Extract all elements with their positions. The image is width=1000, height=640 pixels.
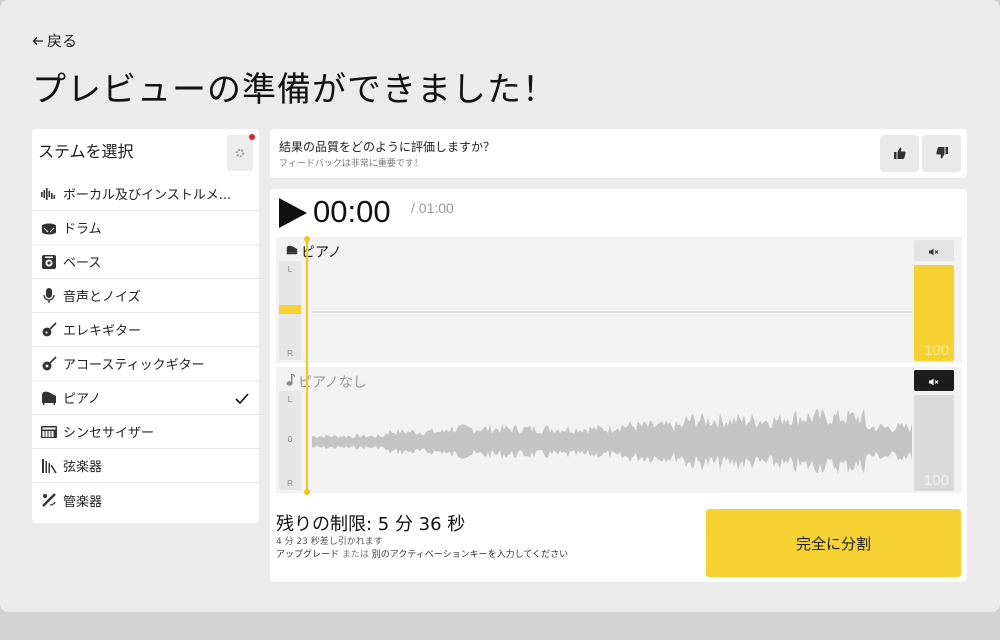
stem-selector-header: ステムを選択	[32, 129, 259, 177]
volume-value: 100	[923, 342, 949, 359]
pan-left-label: L	[287, 265, 293, 274]
arrow-left-icon	[32, 32, 44, 50]
speaker-mute-icon	[929, 241, 939, 260]
stem-label: アコースティックギター	[63, 358, 205, 373]
stem-item-strings[interactable]: 弦楽器	[32, 449, 259, 483]
play-button[interactable]	[279, 198, 307, 232]
pan-right-label: R	[287, 349, 293, 358]
volume-value: 100	[923, 472, 949, 489]
track-name: ピアノなし	[286, 372, 367, 392]
pan-left-label: L	[287, 395, 293, 404]
music-note-icon	[286, 373, 296, 390]
app-window: 戻る プレビューの準備ができました！ ステムを選択 ボーカル及びインストルメ..…	[0, 0, 1000, 612]
back-label: 戻る	[47, 32, 78, 50]
activation-key-link[interactable]: 別のアクティベーションキーを入力してください	[372, 550, 568, 560]
piano-icon	[41, 390, 57, 406]
feedback-subtext: フィードバックは非常に重要です！	[279, 159, 423, 169]
stem-item-piano[interactable]: ピアノ	[32, 381, 259, 415]
current-time: 00:00	[313, 194, 391, 229]
thumbs-down-icon	[935, 144, 948, 163]
track-piano: ピアノ L 0 R 100	[276, 237, 962, 363]
total-time: / 01:00	[411, 200, 454, 216]
stem-label: ピアノ	[63, 392, 101, 407]
stem-item-acoustic-guitar[interactable]: アコースティックギター	[32, 347, 259, 381]
page-title: プレビューの準備ができました！	[32, 70, 557, 110]
stem-selector-panel: ステムを選択 ボーカル及びインストルメ... ドラム ベース 音声とノイズ エレ…	[32, 129, 259, 523]
speaker-mute-icon	[929, 371, 939, 390]
track-name: ピアノ	[286, 242, 342, 262]
deduction-note: 4 分 23 秒差し引かれます	[276, 537, 383, 547]
notification-dot	[249, 134, 255, 140]
back-link[interactable]: 戻る	[32, 30, 77, 51]
or-text: または	[341, 550, 369, 560]
pan-slider[interactable]: L 0 R	[279, 261, 301, 360]
volume-fader[interactable]: 100	[914, 265, 954, 361]
gear-icon	[234, 144, 246, 163]
volume-fader[interactable]: 100	[914, 395, 954, 491]
mute-button-active[interactable]	[914, 370, 954, 391]
split-full-button[interactable]: 完全に分割	[706, 509, 961, 577]
waveform-flat	[312, 311, 912, 313]
stem-label: シンセサイザー	[63, 426, 155, 441]
thumbs-up-icon	[893, 144, 906, 163]
piano-icon	[286, 244, 298, 260]
microphone-icon	[41, 287, 57, 304]
preview-player: 00:00 / 01:00 ピアノ L 0 R 100 ピアノなし L 0 R …	[270, 189, 967, 582]
acoustic-guitar-icon	[41, 355, 57, 372]
play-icon	[279, 198, 307, 232]
pan-right-label: R	[287, 479, 293, 488]
upgrade-note: アップグレード または 別のアクティベーションキーを入力してください	[276, 547, 568, 560]
playhead-handle-bottom[interactable]	[304, 489, 310, 495]
stem-item-wind[interactable]: 管楽器	[32, 483, 259, 517]
waveform-full	[312, 408, 912, 474]
stem-label: ドラム	[63, 222, 102, 237]
bass-amp-icon	[41, 254, 57, 270]
stem-item-electric-guitar[interactable]: エレキギター	[32, 313, 259, 347]
feedback-question: 結果の品質をどのように評価しますか？	[279, 140, 496, 154]
vocal-instrumental-icon	[41, 186, 57, 202]
settings-button[interactable]	[227, 134, 255, 171]
playhead-handle-top[interactable]	[304, 236, 310, 242]
stem-item-voice-noise[interactable]: 音声とノイズ	[32, 279, 259, 313]
stem-label: ボーカル及びインストルメ...	[63, 188, 232, 203]
drum-icon	[41, 220, 57, 236]
stem-item-synthesizer[interactable]: シンセサイザー	[32, 415, 259, 449]
pan-slider[interactable]: L 0 R	[279, 391, 301, 490]
stem-selector-title: ステムを選択	[38, 142, 134, 161]
stem-item-bass[interactable]: ベース	[32, 245, 259, 279]
mute-button[interactable]	[914, 240, 954, 261]
stem-label: 音声とノイズ	[63, 290, 141, 305]
track-name-label: ピアノなし	[298, 375, 367, 391]
stem-label: 管楽器	[63, 494, 103, 510]
upgrade-link[interactable]: アップグレード	[276, 550, 339, 560]
stem-label: エレキギター	[63, 324, 142, 339]
stem-item-drums[interactable]: ドラム	[32, 211, 259, 245]
pan-center-label: 0	[287, 435, 293, 444]
waveform-shape	[312, 408, 912, 474]
thumbs-up-button[interactable]	[880, 135, 919, 172]
remaining-limit: 残りの制限: 5 分 36 秒	[276, 514, 466, 535]
thumbs-down-button[interactable]	[922, 135, 961, 172]
track-without-piano: ピアノなし L 0 R 100	[276, 367, 962, 493]
synth-keyboard-icon	[41, 424, 57, 440]
feedback-panel: 結果の品質をどのように評価しますか？ フィードバックは非常に重要です！	[270, 129, 967, 178]
stem-item-vocal-instrumental[interactable]: ボーカル及びインストルメ...	[32, 177, 259, 211]
strings-icon	[41, 458, 57, 474]
electric-guitar-icon	[41, 321, 57, 338]
checkmark-icon	[235, 390, 249, 409]
pan-center-label: 0	[279, 305, 301, 314]
wind-icon	[41, 492, 57, 508]
stem-label: ベース	[63, 256, 102, 271]
stem-label: 弦楽器	[63, 460, 103, 475]
playhead[interactable]	[306, 237, 308, 493]
